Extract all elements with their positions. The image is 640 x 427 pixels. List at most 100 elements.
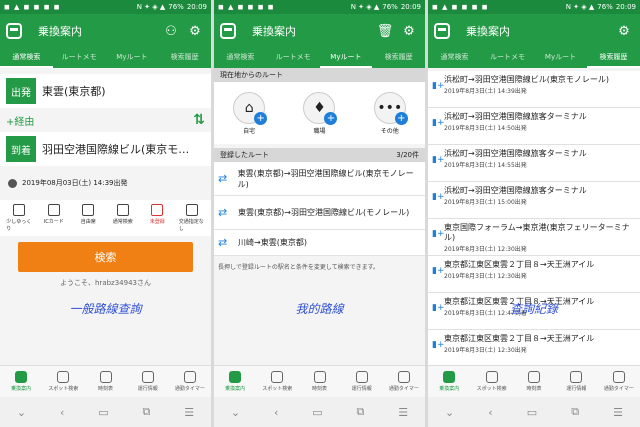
nav-service-info[interactable]: 運行情報 <box>341 366 383 397</box>
option-label: 通常検索 <box>112 219 133 225</box>
history-route: 東京都江東区東雲２丁目８→天王洲アイル <box>444 260 595 269</box>
bookmark-add-icon[interactable]: ▮+ <box>432 192 445 214</box>
nav-timetable[interactable]: 時刻表 <box>298 366 340 397</box>
tab-history[interactable]: 検索履歴 <box>587 48 640 68</box>
history-date: 2019年8月3日(土) 14:39出発 <box>444 88 527 95</box>
datetime-row[interactable]: 2019年08月03日(土) 14:39出発 <box>0 172 211 194</box>
nav-commute-timer[interactable]: 通勤タイマー <box>598 366 640 397</box>
tab-my-route[interactable]: Myルート <box>106 48 159 68</box>
chevron-down-icon[interactable]: ⌄ <box>231 406 240 419</box>
tab-history[interactable]: 検索履歴 <box>158 48 211 68</box>
route-share-icon[interactable]: ⚇ <box>161 21 181 41</box>
gear-icon[interactable]: ⚙ <box>614 21 634 41</box>
history-route: 東京都江東区東雲２丁目８→天王洲アイル <box>444 334 595 343</box>
gear-icon[interactable]: ⚙ <box>185 21 205 41</box>
add-via-button[interactable]: +経由 <box>6 113 34 128</box>
swap-route-icon[interactable]: ⇄ <box>218 206 238 219</box>
tab-normal-search[interactable]: 通常検索 <box>428 48 481 68</box>
swap-route-icon[interactable]: ⇄ <box>218 172 238 185</box>
arrive-row[interactable]: 到着 羽田空港国際線ビル(東京モ… <box>0 132 211 166</box>
home-square-icon[interactable]: ▭ <box>312 406 322 419</box>
bookmark-add-icon[interactable]: ▮+ <box>432 81 445 103</box>
chevron-down-icon[interactable]: ⌄ <box>17 406 26 419</box>
bookmark-add-icon[interactable]: ▮+ <box>432 118 445 140</box>
chevron-down-icon[interactable]: ⌄ <box>445 406 454 419</box>
back-icon[interactable]: ‹ <box>274 406 278 419</box>
option-search-type[interactable]: 通常検索 <box>110 204 136 232</box>
nav-commute-timer[interactable]: 通勤タイマー <box>383 366 425 397</box>
tab-route-memo[interactable]: ルートメモ <box>267 48 320 68</box>
bookmark-add-icon[interactable]: ▮+ <box>432 229 445 251</box>
recents-icon[interactable]: ⧉ <box>571 405 579 419</box>
nav-transit[interactable]: 乗換案内 <box>214 366 256 397</box>
nav-transit[interactable]: 乗換案内 <box>428 366 470 397</box>
calendar-icon <box>313 371 326 383</box>
trash-icon[interactable]: 🗑 <box>375 21 395 41</box>
tab-history[interactable]: 検索履歴 <box>372 48 425 68</box>
back-icon[interactable]: ‹ <box>488 406 492 419</box>
nav-timetable[interactable]: 時刻表 <box>84 366 126 397</box>
nav-commute-timer[interactable]: 通勤タイマー <box>169 366 211 397</box>
nav-spot[interactable]: スポット検索 <box>256 366 298 397</box>
tab-route-memo[interactable]: ルートメモ <box>481 48 534 68</box>
option-seat[interactable]: 自由席 <box>75 204 101 232</box>
route-item[interactable]: ⇄ 川崎→東雲(東京都) <box>214 230 425 256</box>
swap-route-icon[interactable]: ⇄ <box>218 236 238 249</box>
option-unregistered[interactable]: 未登録 <box>144 204 170 232</box>
system-nav: ⌄ ‹ ▭ ⧉ ☰ <box>0 397 211 427</box>
search-button[interactable]: 検索 <box>18 242 193 272</box>
status-bar: ◼ ▲ ◼ ◼ ◼ ◼ N ✦ ◈ ▲ 76% 20:09 <box>428 0 640 14</box>
menu-icon[interactable]: ☰ <box>398 406 408 419</box>
place-work[interactable]: ♦ + 職場 <box>303 91 338 135</box>
hint-text: 長押しで登録ルートの駅名と条件を変更して検索できます。 <box>218 264 380 271</box>
route-item[interactable]: ⇄ 東雲(東京都)→羽田空港国際線ビル(モノレール) <box>214 196 425 230</box>
option-walk-speed[interactable]: 少しゆっくり <box>6 204 32 232</box>
nav-service-info[interactable]: 運行情報 <box>555 366 597 397</box>
nav-label: 乗換案内 <box>439 386 460 392</box>
app-bar: 乗換案内 🗑 ⚙ <box>214 14 425 48</box>
swap-icon[interactable]: ⇅ <box>193 112 205 128</box>
nav-transit[interactable]: 乗換案内 <box>0 366 42 397</box>
history-item[interactable]: ▮+ 浜松町→羽田空港国際線旅客ターミナル 2019年8月3日(土) 14:55出発 <box>428 145 640 182</box>
nav-label: スポット検索 <box>48 386 79 392</box>
tab-normal-search[interactable]: 通常検索 <box>214 48 267 68</box>
recents-icon[interactable]: ⧉ <box>142 405 150 419</box>
history-item[interactable]: ▮+ 東京都江東区東雲２丁目８→天王洲アイル 2019年8月3日(土) 12:30出… <box>428 256 640 293</box>
home-square-icon[interactable]: ▭ <box>98 406 108 419</box>
route-item[interactable]: ⇄ 東雲(東京都)→羽田空港国際線ビル(東京モノレール) <box>214 162 425 196</box>
tab-route-memo[interactable]: ルートメモ <box>53 48 106 68</box>
option-ic-card[interactable]: ICカード <box>41 204 67 232</box>
history-item[interactable]: ▮+ 東京国際フォーラム→東京港(東京フェリーターミナル) 2019年8月3日(土)… <box>428 219 640 256</box>
gear-icon[interactable]: ⚙ <box>399 21 419 41</box>
place-home[interactable]: ⌂ + 自宅 <box>233 91 268 135</box>
history-item[interactable]: ▮+ 浜松町→羽田空港国際線旅客ターミナル 2019年8月3日(土) 15:00出発 <box>428 182 640 219</box>
option-transport[interactable]: 交通指定なし <box>179 204 205 232</box>
history-item[interactable]: ▮+ 東京都江東区東雲２丁目８→天王洲アイル 2019年8月3日(土) 12:30出… <box>428 330 640 367</box>
depart-station[interactable]: 東雲(東京都) <box>42 83 106 99</box>
back-icon[interactable]: ‹ <box>60 406 64 419</box>
menu-icon[interactable]: ☰ <box>184 406 194 419</box>
menu-icon[interactable]: ☰ <box>613 406 623 419</box>
arrive-station[interactable]: 羽田空港国際線ビル(東京モ… <box>42 141 202 157</box>
bookmark-add-icon[interactable]: ▮+ <box>432 266 445 288</box>
tab-my-route[interactable]: Myルート <box>534 48 587 68</box>
screenshot-collage: ◼ ▲ ◼ ◼ ◼ ◼ N ✦ ◈ ▲ 76% 20:09 乗換案内 ⚇ ⚙ 通常検… <box>0 0 640 427</box>
phone-my-route: ◼ ▲ ◼ ◼ ◼ ◼ N ✦ ◈ ▲ 76% 20:09 乗換案内 🗑 ⚙ 通常検… <box>214 0 425 427</box>
bookmark-add-icon[interactable]: ▮+ <box>432 155 445 177</box>
place-other[interactable]: ••• + その他 <box>373 91 408 135</box>
tab-normal-search[interactable]: 通常検索 <box>0 48 53 68</box>
datetime-text: 2019年08月03日(土) 14:39出発 <box>22 179 128 187</box>
history-route: 東京国際フォーラム→東京港(東京フェリーターミナル) <box>444 223 630 242</box>
depart-row[interactable]: 出発 東雲(東京都) <box>0 74 211 108</box>
bookmark-add-icon[interactable]: ▮+ <box>432 340 445 362</box>
nav-spot[interactable]: スポット検索 <box>42 366 84 397</box>
history-item[interactable]: ▮+ 浜松町→羽田空港国際線旅客ターミナル 2019年8月3日(土) 14:50出発 <box>428 108 640 145</box>
history-list: ▮+ 浜松町→羽田空港国際線ビル(東京モノレール) 2019年8月3日(土) 14:… <box>428 71 640 367</box>
tab-my-route[interactable]: Myルート <box>319 48 373 68</box>
home-square-icon[interactable]: ▭ <box>527 406 537 419</box>
nav-timetable[interactable]: 時刻表 <box>513 366 555 397</box>
nav-spot[interactable]: スポット検索 <box>470 366 512 397</box>
recents-icon[interactable]: ⧉ <box>356 405 364 419</box>
nav-service-info[interactable]: 運行情報 <box>127 366 169 397</box>
history-item[interactable]: ▮+ 浜松町→羽田空港国際線ビル(東京モノレール) 2019年8月3日(土) 14:… <box>428 71 640 108</box>
